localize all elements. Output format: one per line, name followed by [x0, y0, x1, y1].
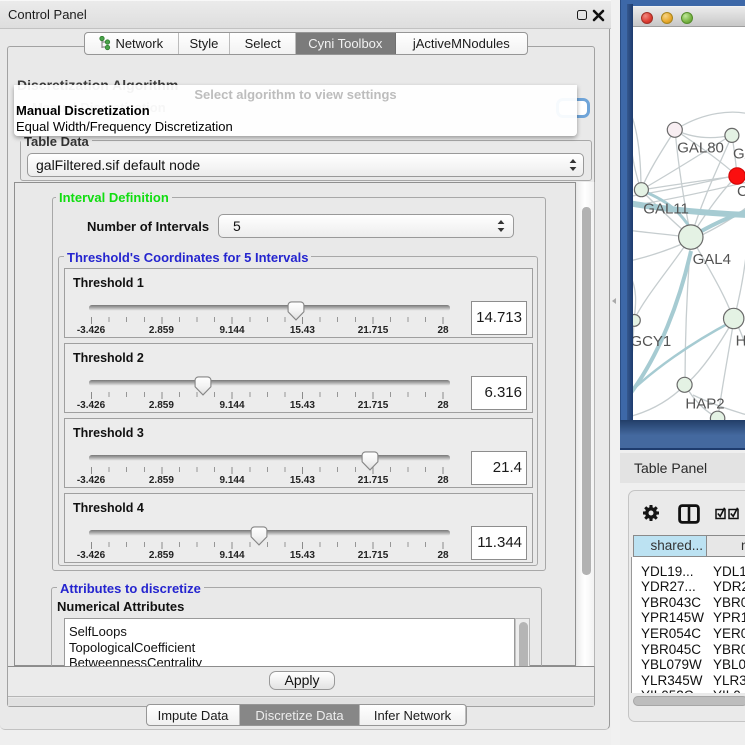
svg-text:GA: GA	[733, 146, 745, 163]
svg-text:GAL4: GAL4	[693, 251, 731, 268]
svg-text:GAL80: GAL80	[677, 140, 724, 157]
svg-text:HAP2: HAP2	[685, 396, 724, 413]
svg-text:H: H	[736, 333, 745, 350]
svg-text:GCY1: GCY1	[633, 333, 671, 350]
svg-text:C: C	[737, 183, 745, 200]
svg-text:GAL11: GAL11	[643, 201, 689, 218]
